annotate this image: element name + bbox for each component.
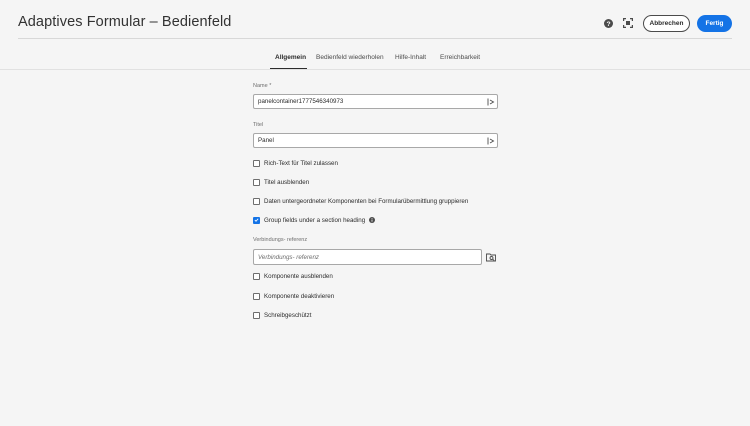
checkbox-label: Komponente ausblenden <box>264 272 333 280</box>
svg-text:?: ? <box>606 20 610 27</box>
checkbox-hide-component[interactable]: Komponente ausblenden <box>253 272 333 280</box>
tab-bar: Allgemein Bedienfeld wiederholen Hilfe-I… <box>0 50 750 70</box>
tab-general[interactable]: Allgemein <box>275 54 306 61</box>
browse-folder-icon[interactable] <box>486 252 496 262</box>
tab-help-content[interactable]: Hilfe-Inhalt <box>395 54 426 61</box>
tabs-divider <box>0 69 750 70</box>
text-options-icon[interactable] <box>486 97 495 106</box>
checkbox-label: Group fields under a section heading <box>264 216 366 224</box>
checkbox-label: Komponente deaktivieren <box>264 292 335 300</box>
checkbox-label: Rich-Text für Titel zulassen <box>264 159 338 167</box>
checkbox-label: Titel ausblenden <box>264 178 310 186</box>
text-options-icon[interactable] <box>486 136 495 145</box>
fullscreen-icon[interactable] <box>622 17 634 29</box>
tab-repeat-panel[interactable]: Bedienfeld wiederholen <box>316 54 384 61</box>
binding-reference-placeholder: Verbindungs- referenz <box>258 253 319 261</box>
dialog-title: Adaptives Formular – Bedienfeld <box>18 14 232 30</box>
checkbox[interactable] <box>253 197 260 205</box>
checkbox-group-fields-section[interactable]: Group fields under a section heading <box>253 216 376 224</box>
binding-reference-input[interactable]: Verbindungs- referenz <box>253 249 482 265</box>
header-divider <box>18 38 732 39</box>
checkbox-disable-component[interactable]: Komponente deaktivieren <box>253 292 334 300</box>
checkbox-label: Schreibgeschützt <box>264 311 312 319</box>
checkbox[interactable] <box>253 311 260 319</box>
checkbox-group-child-data[interactable]: Daten untergeordneter Komponenten bei Fo… <box>253 197 468 205</box>
checkbox-hide-title[interactable]: Titel ausblenden <box>253 178 309 186</box>
info-icon[interactable] <box>369 217 376 223</box>
checkbox[interactable] <box>253 292 260 300</box>
help-icon[interactable]: ? <box>602 17 614 29</box>
title-label: Titel <box>253 122 264 128</box>
checkbox[interactable] <box>253 272 260 280</box>
checkbox[interactable] <box>253 178 260 186</box>
checkmark-icon <box>254 218 259 222</box>
name-value: panelcontainer1777546340973 <box>258 98 344 105</box>
binding-reference-label: Verbindungs- referenz <box>253 237 308 243</box>
title-value: Panel <box>258 137 274 144</box>
done-button[interactable]: Fertig <box>697 15 732 32</box>
title-field[interactable]: Panel <box>253 133 498 148</box>
dialog-header: Adaptives Formular – Bedienfeld ? Abbrec… <box>0 0 750 46</box>
checkbox-rich-text-title[interactable]: Rich-Text für Titel zulassen <box>253 159 338 167</box>
tab-accessibility[interactable]: Erreichbarkeit <box>440 54 480 61</box>
cancel-button[interactable]: Abbrechen <box>643 15 690 32</box>
checkbox[interactable] <box>253 159 260 167</box>
checkbox-read-only[interactable]: Schreibgeschützt <box>253 311 311 319</box>
name-field[interactable]: panelcontainer1777546340973 <box>253 94 498 109</box>
name-label: Name * <box>253 83 272 89</box>
checkbox-checked[interactable] <box>253 216 260 224</box>
checkbox-label: Daten untergeordneter Komponenten bei Fo… <box>264 197 469 205</box>
